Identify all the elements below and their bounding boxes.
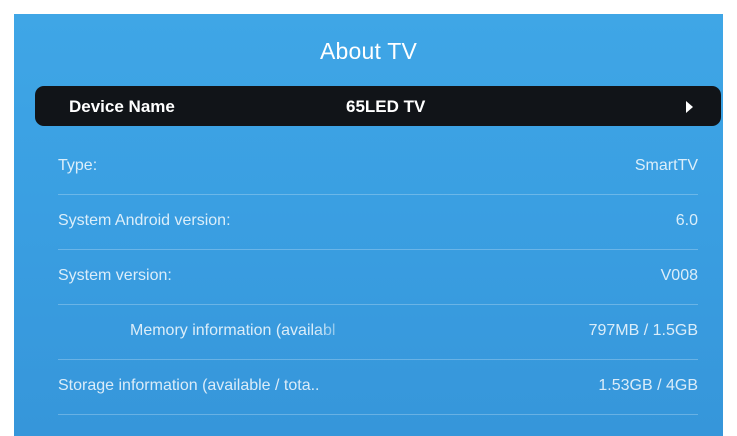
storage-info-label: Storage information (available / tota.. (58, 377, 320, 394)
memory-info-value: 797MB / 1.5GB (588, 322, 698, 339)
page-title: About TV (319, 38, 418, 64)
type-row[interactable]: Type: SmartTV (58, 140, 698, 195)
system-version-label: System version: (58, 267, 172, 284)
device-name-label: Device Name (69, 97, 175, 116)
storage-info-value: 1.53GB / 4GB (598, 377, 698, 394)
system-version-value: V008 (660, 267, 698, 284)
memory-info-label: Memory information (availabl (130, 322, 336, 339)
android-version-label: System Android version: (58, 212, 231, 229)
about-tv-screen: About TV Device Name 65LED TV Type: Smar… (14, 14, 723, 436)
chevron-right-icon (686, 101, 693, 113)
type-label: Type: (58, 157, 98, 174)
type-value: SmartTV (634, 157, 698, 174)
android-version-value: 6.0 (675, 212, 698, 229)
android-version-row[interactable]: System Android version: 6.0 (58, 195, 698, 250)
memory-info-row[interactable]: Memory information (availabl 797MB / 1.5… (58, 305, 698, 360)
device-name-row[interactable]: Device Name 65LED TV (35, 86, 721, 126)
system-version-row[interactable]: System version: V008 (58, 250, 698, 305)
info-list: Type: SmartTV System Android version: 6.… (58, 140, 698, 415)
storage-info-row[interactable]: Storage information (available / tota.. … (58, 360, 698, 415)
device-name-value: 65LED TV (346, 97, 426, 116)
